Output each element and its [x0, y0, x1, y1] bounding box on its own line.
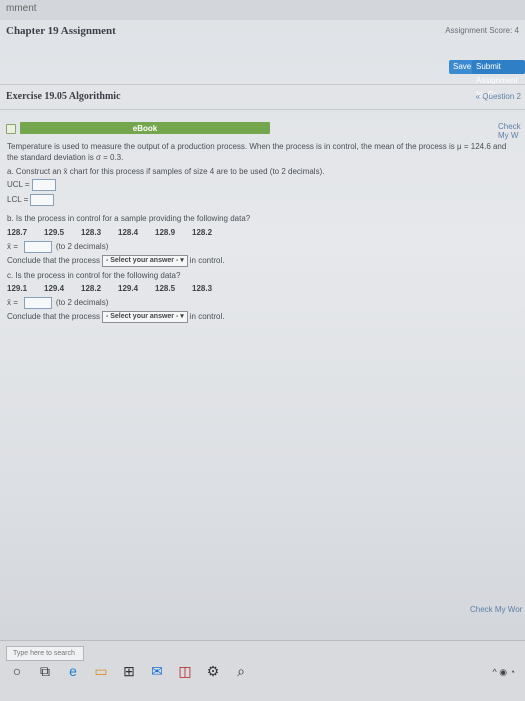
part-c-text: c. Is the process in control for the fol…: [7, 271, 181, 280]
top-text: mment: [6, 3, 37, 14]
exercise-header: Exercise 19.05 Algorithmic « Question 2: [0, 84, 525, 110]
sample-b-value: 128.4: [118, 228, 139, 237]
problem-intro: Temperature is used to measure the outpu…: [7, 142, 507, 162]
conclude-b-select[interactable]: - Select your answer - ▾: [101, 255, 188, 267]
check-my-work-bottom-link[interactable]: Check My Wor: [470, 605, 522, 614]
chevron-down-icon: ▾: [180, 257, 184, 264]
conclude-c-select[interactable]: - Select your answer - ▾: [101, 311, 188, 323]
decimals-note-b: (to 2 decimals): [55, 242, 109, 252]
sample-c-value: 128.3: [192, 284, 213, 293]
sample-b-value: 129.5: [44, 228, 65, 237]
chevron-down-icon: ▾: [180, 313, 184, 320]
decimals-note-c: (to 2 decimals): [55, 298, 109, 308]
conclude-c-row: Conclude that the process - Select your a…: [7, 311, 224, 323]
ebook-toggle-icon[interactable]: [6, 124, 16, 134]
xbar-c-row: x̄ = (to 2 decimals): [7, 297, 108, 309]
sample-b-value: 128.2: [192, 228, 213, 237]
lcl-row: LCL =: [7, 194, 55, 206]
sample-c-row: 129.1 129.4 128.2 129.4 128.5 128.3: [7, 284, 229, 293]
volume-icon[interactable]: ◔: [510, 667, 515, 677]
sample-c-value: 129.4: [44, 284, 65, 293]
lcl-label: LCL =: [7, 195, 29, 205]
sample-b-value: 128.3: [81, 228, 102, 237]
tray-chevron-icon[interactable]: ^: [492, 667, 496, 677]
sample-b-value: 128.7: [7, 228, 28, 237]
ucl-label: UCL =: [7, 180, 30, 190]
ebook-label: eBook: [132, 124, 158, 133]
file-explorer-icon[interactable]: ▭: [92, 662, 110, 680]
assignment-header: Chapter 19 Assignment Assignment Score: …: [0, 20, 525, 48]
xbar-b-row: x̄ = (to 2 decimals): [7, 241, 108, 253]
feedback-icon[interactable]: ⌕: [232, 662, 250, 680]
part-a-text: a. Construct an x̄ chart for this proces…: [7, 167, 325, 176]
conclude-b-suffix: in control.: [189, 256, 225, 266]
ucl-input[interactable]: [31, 179, 56, 191]
action-buttons: Save Submit Assignment for Gr: [0, 60, 525, 99]
settings-icon[interactable]: ⚙: [204, 662, 222, 680]
network-icon[interactable]: ◉: [499, 667, 507, 677]
browser-top-strip: mment: [0, 0, 525, 20]
ucl-row: UCL =: [7, 179, 56, 191]
conclude-b-select-text: - Select your answer -: [105, 257, 179, 264]
question-nav-link[interactable]: « Question 2: [476, 92, 521, 101]
task-view-icon[interactable]: ⧉: [36, 662, 54, 680]
problem-content: eBook Temperature is used to measure the…: [0, 116, 525, 616]
conclude-b-row: Conclude that the process - Select your a…: [7, 255, 224, 267]
start-circle-icon[interactable]: ○: [8, 662, 26, 680]
xbar-b-input[interactable]: [23, 241, 52, 253]
sample-c-value: 129.4: [118, 284, 139, 293]
exercise-title: Exercise 19.05 Algorithmic: [6, 91, 121, 102]
lcl-input[interactable]: [30, 194, 55, 206]
page-title: Chapter 19 Assignment: [6, 25, 116, 37]
sample-b-value: 128.9: [155, 228, 176, 237]
conclude-c-select-text: - Select your answer -: [105, 313, 179, 320]
store-icon[interactable]: ⊞: [120, 662, 138, 680]
sample-c-value: 128.5: [155, 284, 176, 293]
mail-icon[interactable]: ✉: [148, 662, 166, 680]
edge-browser-icon[interactable]: e: [64, 662, 82, 680]
conclude-c-prefix: Conclude that the process: [7, 312, 100, 322]
sample-c-value: 128.2: [81, 284, 102, 293]
xbar-c-input[interactable]: [23, 297, 52, 309]
sample-c-value: 129.1: [7, 284, 28, 293]
conclude-b-prefix: Conclude that the process: [7, 256, 100, 266]
office-icon[interactable]: ◫: [176, 662, 194, 680]
part-b-text: b. Is the process in control for a sampl…: [7, 214, 251, 223]
submit-assignment-button[interactable]: Submit Assignment for Gr: [472, 60, 525, 99]
assignment-score: Assignment Score: 4: [445, 26, 519, 35]
sample-b-row: 128.7 129.5 128.3 128.4 128.9 128.2: [7, 228, 229, 237]
xbar-c-label: x̄ =: [7, 298, 18, 308]
windows-taskbar: Type here to search ○ ⧉ e ▭ ⊞ ✉ ◫ ⚙ ⌕ ^ …: [0, 640, 525, 701]
ebook-button[interactable]: eBook: [20, 122, 270, 134]
xbar-b-label: x̄ =: [7, 242, 18, 252]
taskbar-search-input[interactable]: Type here to search: [6, 646, 84, 661]
system-tray[interactable]: ^ ◉ ◔: [492, 667, 515, 678]
conclude-c-suffix: in control.: [189, 312, 225, 322]
